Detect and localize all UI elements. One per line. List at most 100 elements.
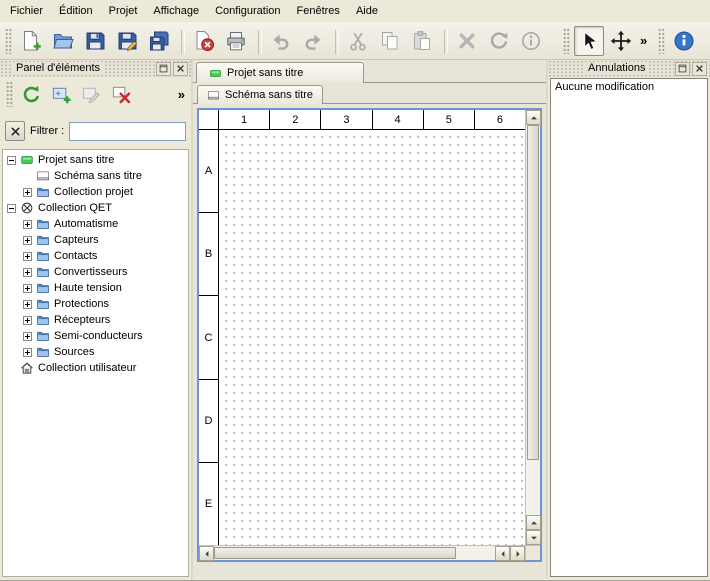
folder-icon: [36, 265, 50, 279]
folder-icon: [36, 233, 50, 247]
tree-item[interactable]: Convertisseurs: [3, 264, 188, 280]
close-file-button[interactable]: [189, 26, 219, 56]
open-project-button[interactable]: [48, 26, 78, 56]
elements-panel-header[interactable]: Panel d'éléments: [0, 60, 191, 77]
elements-toolbar-buttons: [16, 80, 136, 108]
scroll-down-button[interactable]: [526, 530, 541, 545]
tree-item[interactable]: Collection projet: [3, 184, 188, 200]
about-toolbar-drag-handle[interactable]: [658, 28, 665, 54]
tree-expander[interactable]: [23, 300, 32, 309]
object-info-button[interactable]: [516, 26, 546, 56]
tree-item[interactable]: Sources: [3, 344, 188, 360]
elements-toolbar-overflow-button[interactable]: »: [175, 79, 188, 109]
float-button[interactable]: [675, 62, 690, 76]
filter-bar: Filtrer :: [0, 119, 191, 143]
save-button[interactable]: [80, 26, 110, 56]
project-tab[interactable]: Projet sans titre: [196, 62, 364, 83]
tree-expander[interactable]: [7, 156, 16, 165]
undo-button[interactable]: [266, 26, 296, 56]
scroll-right-button[interactable]: [510, 546, 525, 561]
tree-expander[interactable]: [23, 348, 32, 357]
tree-expander[interactable]: [7, 204, 16, 213]
ruler-row-label: D: [199, 379, 218, 462]
tree-item[interactable]: Collection utilisateur: [3, 360, 188, 376]
delete-element-button[interactable]: [107, 80, 135, 108]
menu-item[interactable]: Configuration: [207, 0, 288, 21]
new-project-button[interactable]: [16, 26, 46, 56]
scroll-left-button[interactable]: [199, 546, 214, 561]
menu-item[interactable]: Édition: [51, 0, 101, 21]
tree-expander[interactable]: [23, 220, 32, 229]
clear-filter-button[interactable]: [5, 121, 25, 141]
edit-element-button[interactable]: [77, 80, 105, 108]
tree-expander[interactable]: [23, 268, 32, 277]
selection-mode-button[interactable]: [574, 26, 604, 56]
scroll-left-button-2[interactable]: [495, 546, 510, 561]
elements-toolbar-drag-handle[interactable]: [6, 81, 13, 107]
menu-item[interactable]: Affichage: [145, 0, 207, 21]
toolbar-drag-handle[interactable]: [5, 28, 12, 54]
tree-item[interactable]: Contacts: [3, 248, 188, 264]
tree-item-label: Collection utilisateur: [38, 362, 136, 374]
filter-input[interactable]: [69, 122, 186, 141]
tree-item[interactable]: Automatisme: [3, 216, 188, 232]
close-button[interactable]: [173, 62, 188, 76]
mode-toolbar-drag-handle[interactable]: [563, 28, 570, 54]
elements-panel-title: Panel d'éléments: [13, 62, 103, 75]
redo-button[interactable]: [298, 26, 328, 56]
diagram-tab[interactable]: Schéma sans titre: [197, 85, 323, 104]
copy-button[interactable]: [375, 26, 405, 56]
vertical-scroll-track[interactable]: [526, 125, 540, 515]
tree-expander[interactable]: [23, 188, 32, 197]
print-button[interactable]: [221, 26, 251, 56]
pan-mode-button[interactable]: [606, 26, 636, 56]
tree-item-label: Collection QET: [38, 202, 112, 214]
ruler-column-label: 5: [423, 110, 474, 129]
horizontal-scrollbar[interactable]: [199, 545, 525, 560]
project-tab-label: Projet sans titre: [227, 67, 303, 79]
save-as-button[interactable]: [112, 26, 142, 56]
menu-item[interactable]: Fenêtres: [289, 0, 348, 21]
menu-item[interactable]: Projet: [101, 0, 146, 21]
paste-button[interactable]: [407, 26, 437, 56]
reload-collections-button[interactable]: [17, 80, 45, 108]
tree-expander[interactable]: [23, 332, 32, 341]
horizontal-scroll-track[interactable]: [214, 546, 495, 560]
menu-item[interactable]: Fichier: [2, 0, 51, 21]
tree-item[interactable]: Projet sans titre: [3, 152, 188, 168]
tree-expander[interactable]: [23, 316, 32, 325]
tree-expander[interactable]: [23, 236, 32, 245]
about-qet-button[interactable]: [669, 26, 699, 56]
ruler-row-label: E: [199, 462, 218, 545]
close-button[interactable]: [692, 62, 707, 76]
tree-item[interactable]: Protections: [3, 296, 188, 312]
delete-button[interactable]: [452, 26, 482, 56]
undo-panel-header[interactable]: Annulations: [548, 60, 710, 77]
horizontal-scroll-thumb[interactable]: [214, 547, 456, 559]
mdi-area: Projet sans titre Schéma sans titre 1 2: [193, 60, 546, 579]
float-button[interactable]: [156, 62, 171, 76]
schematic-canvas[interactable]: [219, 130, 525, 545]
tree-item[interactable]: Semi-conducteurs: [3, 328, 188, 344]
rotate-button[interactable]: [484, 26, 514, 56]
tree-item[interactable]: Haute tension: [3, 280, 188, 296]
new-element-button[interactable]: [47, 80, 75, 108]
tree-expander[interactable]: [23, 252, 32, 261]
menu-item[interactable]: Aide: [348, 0, 386, 21]
tree-item[interactable]: Récepteurs: [3, 312, 188, 328]
vertical-scrollbar[interactable]: [525, 110, 540, 545]
save-all-button[interactable]: [144, 26, 174, 56]
schematic-view: 1 2 3 4 5 6: [197, 108, 542, 562]
main-toolbar: »: [0, 22, 710, 60]
cut-button[interactable]: [343, 26, 373, 56]
scroll-up-button[interactable]: [526, 110, 541, 125]
tree-item[interactable]: Capteurs: [3, 232, 188, 248]
vertical-scroll-thumb[interactable]: [527, 125, 539, 460]
tree-expander[interactable]: [23, 284, 32, 293]
tree-item[interactable]: Collection QET: [3, 200, 188, 216]
project-tab-bar: Projet sans titre: [193, 60, 546, 83]
project-icon: [20, 153, 34, 167]
mode-toolbar-overflow-button[interactable]: »: [637, 26, 650, 56]
scroll-up-button-2[interactable]: [526, 515, 541, 530]
tree-item[interactable]: Schéma sans titre: [3, 168, 188, 184]
